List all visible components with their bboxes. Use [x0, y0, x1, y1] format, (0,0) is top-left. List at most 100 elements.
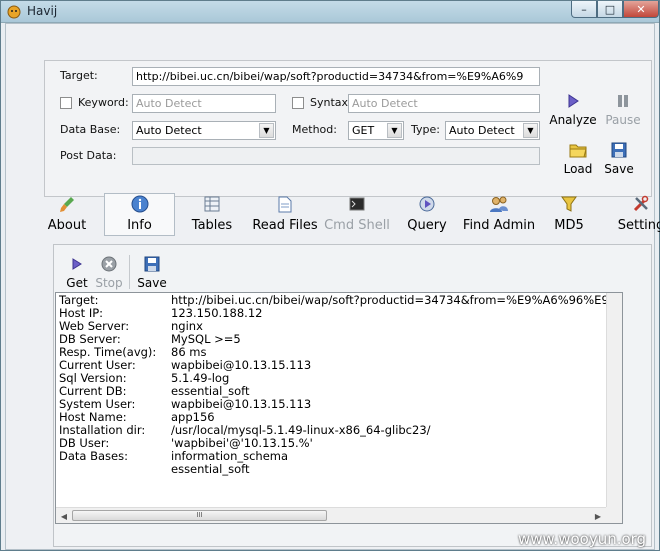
stop-label: Stop — [95, 276, 123, 290]
method-select[interactable]: GET ▼ — [348, 121, 404, 140]
info-save-label: Save — [137, 276, 167, 290]
database-select-value: Auto Detect — [136, 124, 202, 137]
tab-setting[interactable]: Setting — [616, 194, 660, 234]
type-select-value: Auto Detect — [449, 124, 515, 137]
tab-bar: About Info Tables Read Files Cmd Shell Q… — [6, 193, 660, 250]
info-row: DB User:'wapbibei'@'10.13.15.%' — [59, 437, 609, 450]
info-row: System User: wapbibei@10.13.15.113 — [59, 398, 609, 411]
target-label: Target: — [60, 69, 98, 82]
minimize-button[interactable]: – — [571, 1, 597, 18]
terminal-icon — [347, 194, 367, 214]
table-icon — [202, 194, 222, 214]
brush-icon — [57, 194, 77, 214]
keyword-input[interactable]: Auto Detect — [132, 94, 276, 113]
keyword-checkbox[interactable] — [60, 97, 72, 109]
title-bar[interactable]: Havij – □ ✕ — [1, 1, 659, 23]
info-row: Current User: wapbibei@10.13.15.113 — [59, 359, 609, 372]
info-output[interactable]: Target: http://bibei.uc.cn/bibei/wap/soft… — [55, 292, 623, 524]
maximize-button[interactable]: □ — [597, 1, 623, 18]
play-icon — [564, 92, 582, 110]
scroll-thumb[interactable]: III — [72, 510, 327, 521]
method-label: Method: — [292, 123, 337, 136]
info-key: Data Bases: — [59, 449, 128, 463]
chevron-down-icon: ▼ — [387, 123, 402, 138]
tab-query-label: Query — [407, 218, 447, 233]
horizontal-scrollbar[interactable]: ◀ III ▶ — [56, 507, 606, 523]
type-label: Type: — [411, 123, 440, 136]
syntax-checkbox[interactable] — [292, 97, 304, 109]
info-row: Resp. Time(avg): 86 ms — [59, 346, 609, 359]
tab-info-label: Info — [127, 218, 152, 233]
stop-icon — [100, 255, 118, 273]
client-area: Target: http://bibei.uc.cn/bibei/wap/sof… — [5, 23, 660, 550]
postdata-label: Post Data: — [60, 149, 117, 162]
tab-setting-label: Setting — [617, 218, 660, 233]
scroll-right-icon[interactable]: ▶ — [590, 508, 606, 523]
tab-read-files[interactable]: Read Files — [252, 194, 318, 234]
tab-query[interactable]: Query — [402, 194, 452, 234]
info-row: Current DB: essential_soft — [59, 385, 609, 398]
info-save-button[interactable]: Save — [132, 255, 172, 290]
get-label: Get — [66, 276, 88, 290]
users-icon — [489, 194, 509, 214]
vertical-scrollbar[interactable] — [606, 293, 622, 507]
database-label: Data Base: — [60, 123, 121, 136]
stop-button[interactable]: Stop — [92, 255, 126, 290]
tab-read-files-label: Read Files — [252, 218, 318, 233]
info-icon — [130, 194, 150, 214]
tab-about[interactable]: About — [42, 194, 92, 234]
floppy-icon — [610, 141, 628, 159]
tab-tables[interactable]: Tables — [187, 194, 237, 234]
tab-find-admin[interactable]: Find Admin — [463, 194, 535, 234]
minimize-icon: – — [581, 2, 587, 16]
load-label: Load — [563, 162, 593, 176]
target-panel: Target: http://bibei.uc.cn/bibei/wap/sof… — [44, 60, 652, 197]
floppy-icon — [143, 255, 161, 273]
pause-label: Pause — [605, 113, 641, 127]
info-output-rows: Target: http://bibei.uc.cn/bibei/wap/soft… — [59, 294, 609, 476]
tab-cmd-shell[interactable]: Cmd Shell — [324, 194, 390, 234]
keyword-label: Keyword: — [78, 96, 129, 109]
syntax-label: Syntax: — [310, 96, 352, 109]
app-icon — [7, 5, 21, 19]
info-value: essential_soft — [171, 462, 250, 476]
scroll-left-icon[interactable]: ◀ — [56, 508, 72, 523]
scroll-corner — [606, 507, 622, 523]
play-icon — [68, 255, 86, 273]
type-select[interactable]: Auto Detect ▼ — [445, 121, 540, 140]
info-row: Installation dir:/usr/local/mysql-5.1.49… — [59, 424, 609, 437]
analyze-button[interactable]: Analyze — [549, 92, 597, 127]
info-row: Web Server: nginx — [59, 320, 609, 333]
folder-icon — [569, 141, 587, 159]
query-icon — [417, 194, 437, 214]
tab-find-admin-label: Find Admin — [462, 218, 536, 233]
close-icon: ✕ — [636, 2, 646, 16]
tab-about-label: About — [47, 218, 87, 233]
load-button[interactable]: Load — [558, 141, 598, 176]
pause-button[interactable]: Pause — [603, 92, 643, 127]
database-select[interactable]: Auto Detect ▼ — [132, 121, 276, 140]
chevron-down-icon: ▼ — [259, 123, 274, 138]
tab-tables-label: Tables — [191, 218, 233, 233]
tab-cmd-shell-label: Cmd Shell — [324, 218, 390, 233]
pause-icon — [614, 92, 632, 110]
tab-md5-label: MD5 — [554, 218, 584, 233]
tab-md5[interactable]: MD5 — [549, 194, 589, 234]
watermark: www.wooyun.org — [518, 530, 647, 548]
info-row: Target: http://bibei.uc.cn/bibei/wap/soft… — [59, 294, 609, 307]
tab-info[interactable]: Info — [104, 193, 175, 236]
info-key — [59, 463, 171, 476]
save-label: Save — [604, 162, 634, 176]
info-row: Data Bases: information_schema — [59, 450, 609, 463]
syntax-input[interactable]: Auto Detect — [348, 94, 540, 113]
save-button[interactable]: Save — [599, 141, 639, 176]
method-select-value: GET — [352, 124, 375, 137]
close-button[interactable]: ✕ — [623, 1, 659, 18]
info-row: Sql Version: 5.1.49-log — [59, 372, 609, 385]
window-title: Havij — [27, 4, 58, 18]
info-row: essential_soft — [59, 463, 609, 476]
maximize-icon: □ — [604, 2, 616, 16]
postdata-input[interactable] — [132, 147, 540, 165]
target-input[interactable]: http://bibei.uc.cn/bibei/wap/soft?produc… — [132, 67, 540, 86]
get-button[interactable]: Get — [62, 255, 92, 290]
